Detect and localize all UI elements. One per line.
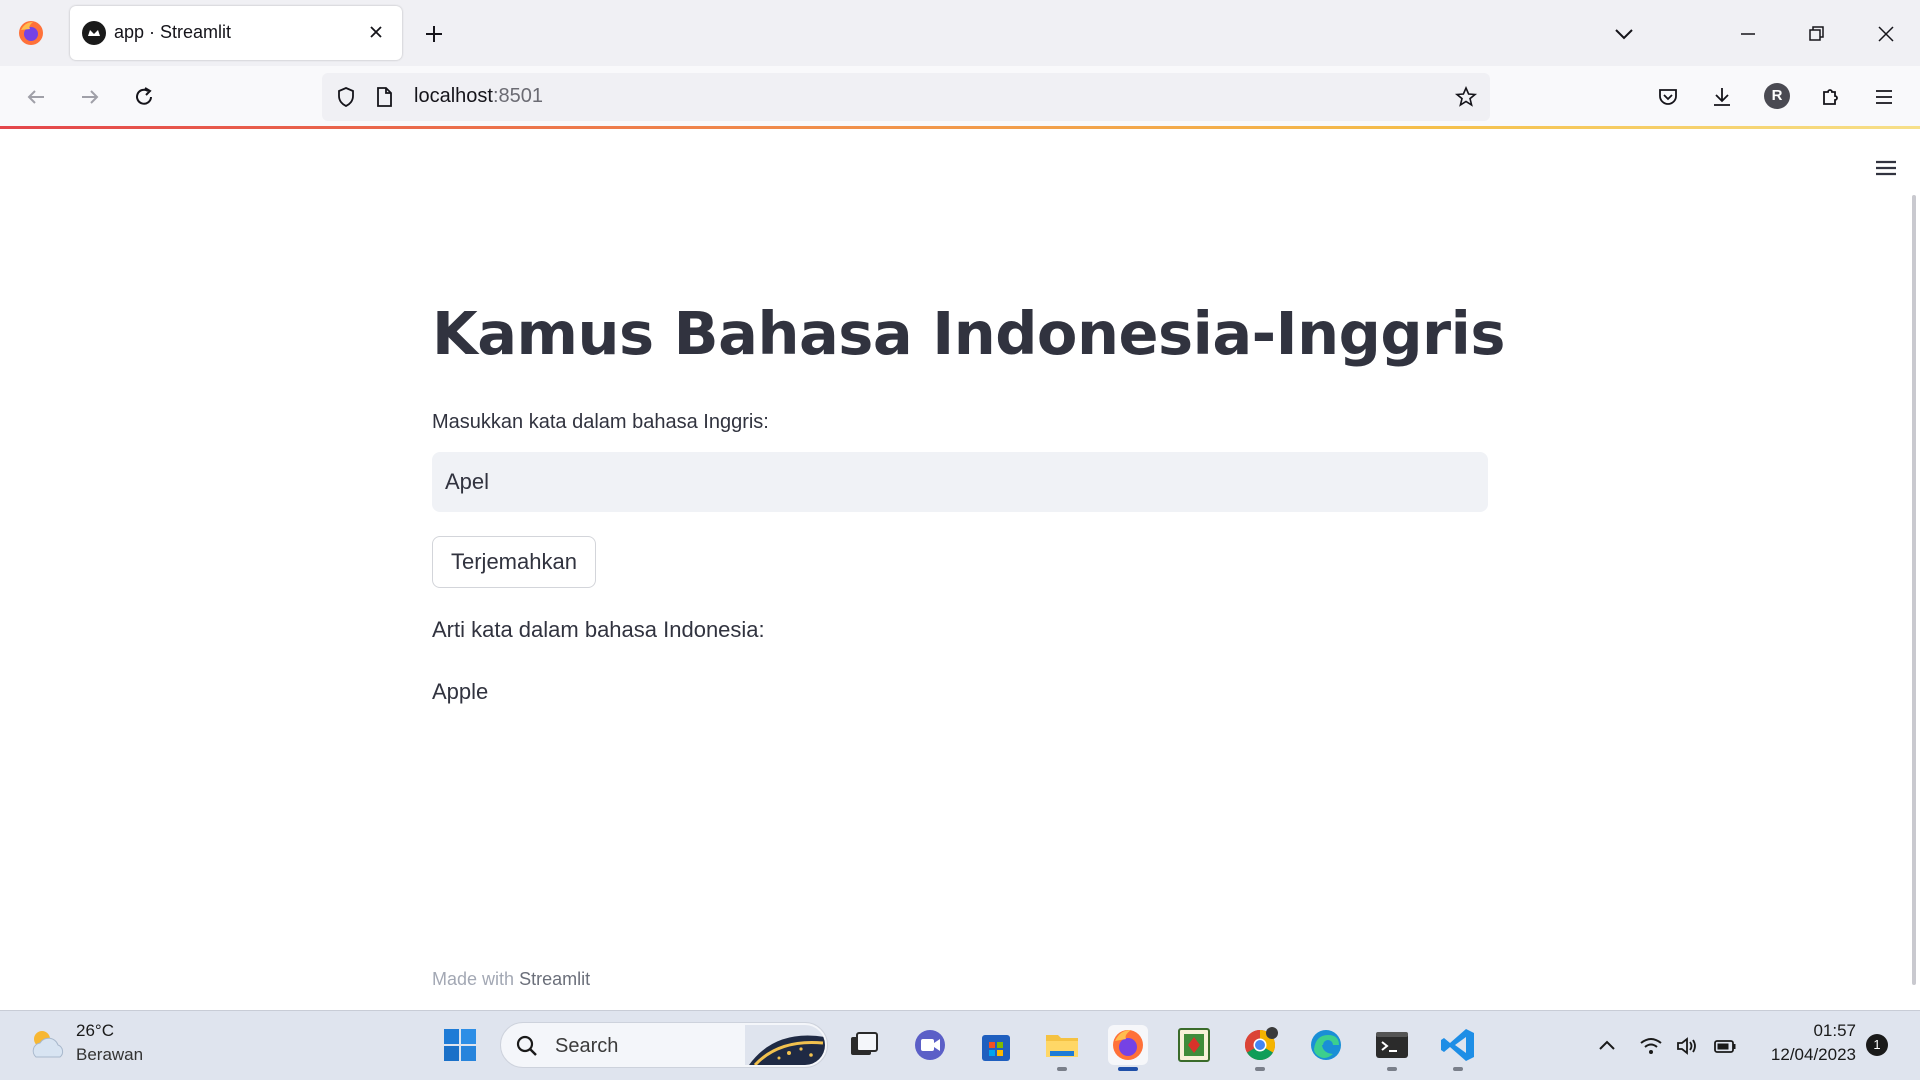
edge-icon bbox=[1311, 1030, 1341, 1060]
battery-icon[interactable] bbox=[1712, 1033, 1738, 1059]
vscode-icon bbox=[1441, 1029, 1474, 1061]
file-explorer-button[interactable] bbox=[1042, 1025, 1082, 1071]
notification-badge[interactable]: 1 bbox=[1866, 1034, 1888, 1056]
streamlit-favicon-icon bbox=[82, 21, 106, 45]
footer: Made with Streamlit bbox=[432, 969, 590, 990]
terminal-icon bbox=[1376, 1032, 1408, 1058]
download-icon[interactable] bbox=[1708, 83, 1736, 111]
navigation-toolbar: localhost:8501 R bbox=[0, 66, 1920, 128]
chrome-icon bbox=[1244, 1027, 1278, 1061]
restore-icon[interactable] bbox=[1802, 20, 1830, 48]
streamlit-app-page: Kamus Bahasa Indonesia-Inggris Masukkan … bbox=[0, 129, 1920, 1010]
weather-description[interactable]: Berawan bbox=[76, 1045, 143, 1065]
taskbar-search[interactable]: Search bbox=[500, 1022, 828, 1068]
cloudy-weather-icon[interactable] bbox=[26, 1025, 68, 1065]
running-indicator bbox=[1387, 1067, 1397, 1071]
clock-date[interactable]: 12/04/2023 bbox=[1771, 1045, 1856, 1065]
app-menu-icon[interactable] bbox=[1872, 154, 1900, 182]
address-bar[interactable]: localhost:8501 bbox=[322, 73, 1490, 121]
cards-game-icon bbox=[1178, 1028, 1210, 1062]
page-icon[interactable] bbox=[372, 85, 396, 109]
store-app-button[interactable] bbox=[976, 1025, 1016, 1065]
url-text[interactable]: localhost:8501 bbox=[414, 85, 543, 108]
start-button[interactable] bbox=[440, 1025, 480, 1065]
menu-icon[interactable] bbox=[1870, 83, 1898, 111]
folder-icon bbox=[1046, 1035, 1078, 1057]
footer-streamlit-link[interactable]: Streamlit bbox=[519, 969, 590, 989]
pocket-icon[interactable] bbox=[1654, 83, 1682, 111]
task-view-button[interactable] bbox=[843, 1025, 883, 1065]
result-label: Arti kata dalam bahasa Indonesia: bbox=[432, 617, 765, 642]
solitaire-app-button[interactable] bbox=[1174, 1025, 1214, 1065]
new-tab-icon[interactable] bbox=[420, 20, 448, 48]
result-value: Apple bbox=[432, 679, 489, 704]
page-title: Kamus Bahasa Indonesia-Inggris bbox=[432, 299, 1506, 368]
word-input[interactable] bbox=[432, 452, 1488, 512]
task-view-icon bbox=[851, 1032, 878, 1055]
clock-time[interactable]: 01:57 bbox=[1813, 1021, 1856, 1041]
chrome-taskbar-button[interactable] bbox=[1240, 1025, 1280, 1071]
tab-app-streamlit[interactable]: app · Streamlit bbox=[70, 6, 402, 60]
volume-icon[interactable] bbox=[1674, 1033, 1700, 1059]
firefox-taskbar-button[interactable] bbox=[1108, 1025, 1148, 1071]
firefox-icon bbox=[1113, 1030, 1143, 1060]
weather-temperature[interactable]: 26°C bbox=[76, 1021, 114, 1041]
search-placeholder: Search bbox=[555, 1035, 619, 1057]
scrollbar[interactable] bbox=[1912, 195, 1916, 985]
tab-title: app · Streamlit bbox=[114, 22, 232, 42]
shield-icon[interactable] bbox=[334, 85, 358, 109]
bookmark-star-icon[interactable] bbox=[1454, 85, 1478, 109]
word-input-label: Masukkan kata dalam bahasa Inggris: bbox=[432, 411, 769, 433]
edge-taskbar-button[interactable] bbox=[1306, 1025, 1346, 1065]
close-tab-icon[interactable] bbox=[364, 20, 388, 44]
search-highlight-icon bbox=[745, 1025, 825, 1065]
running-indicator bbox=[1118, 1067, 1138, 1071]
translate-button[interactable]: Terjemahkan bbox=[432, 536, 596, 588]
account-avatar[interactable]: R bbox=[1764, 83, 1790, 109]
running-indicator bbox=[1057, 1067, 1067, 1071]
wifi-icon[interactable] bbox=[1638, 1033, 1664, 1059]
footer-prefix: Made with bbox=[432, 969, 515, 989]
chat-icon bbox=[915, 1030, 945, 1060]
chat-app-button[interactable] bbox=[910, 1025, 950, 1065]
tab-strip: app · Streamlit bbox=[0, 0, 1920, 66]
running-indicator bbox=[1255, 1067, 1265, 1071]
extensions-icon[interactable] bbox=[1816, 83, 1844, 111]
back-icon[interactable] bbox=[22, 83, 50, 111]
windows-logo-icon bbox=[444, 1029, 476, 1061]
chevron-down-icon[interactable] bbox=[1610, 20, 1638, 48]
running-indicator bbox=[1453, 1067, 1463, 1071]
store-icon bbox=[982, 1035, 1010, 1061]
terminal-taskbar-button[interactable] bbox=[1372, 1025, 1412, 1071]
url-port: :8501 bbox=[492, 85, 543, 107]
firefox-view-icon[interactable] bbox=[16, 18, 46, 48]
windows-taskbar: 26°C Berawan Search 01:57 12/04/2023 1 bbox=[0, 1010, 1920, 1080]
minimize-icon[interactable] bbox=[1734, 20, 1762, 48]
forward-icon[interactable] bbox=[76, 83, 104, 111]
url-host: localhost bbox=[414, 85, 493, 107]
reload-icon[interactable] bbox=[130, 83, 158, 111]
chevron-up-icon[interactable] bbox=[1594, 1033, 1620, 1059]
search-icon bbox=[516, 1035, 537, 1056]
vscode-taskbar-button[interactable] bbox=[1438, 1025, 1478, 1071]
close-window-icon[interactable] bbox=[1872, 20, 1900, 48]
